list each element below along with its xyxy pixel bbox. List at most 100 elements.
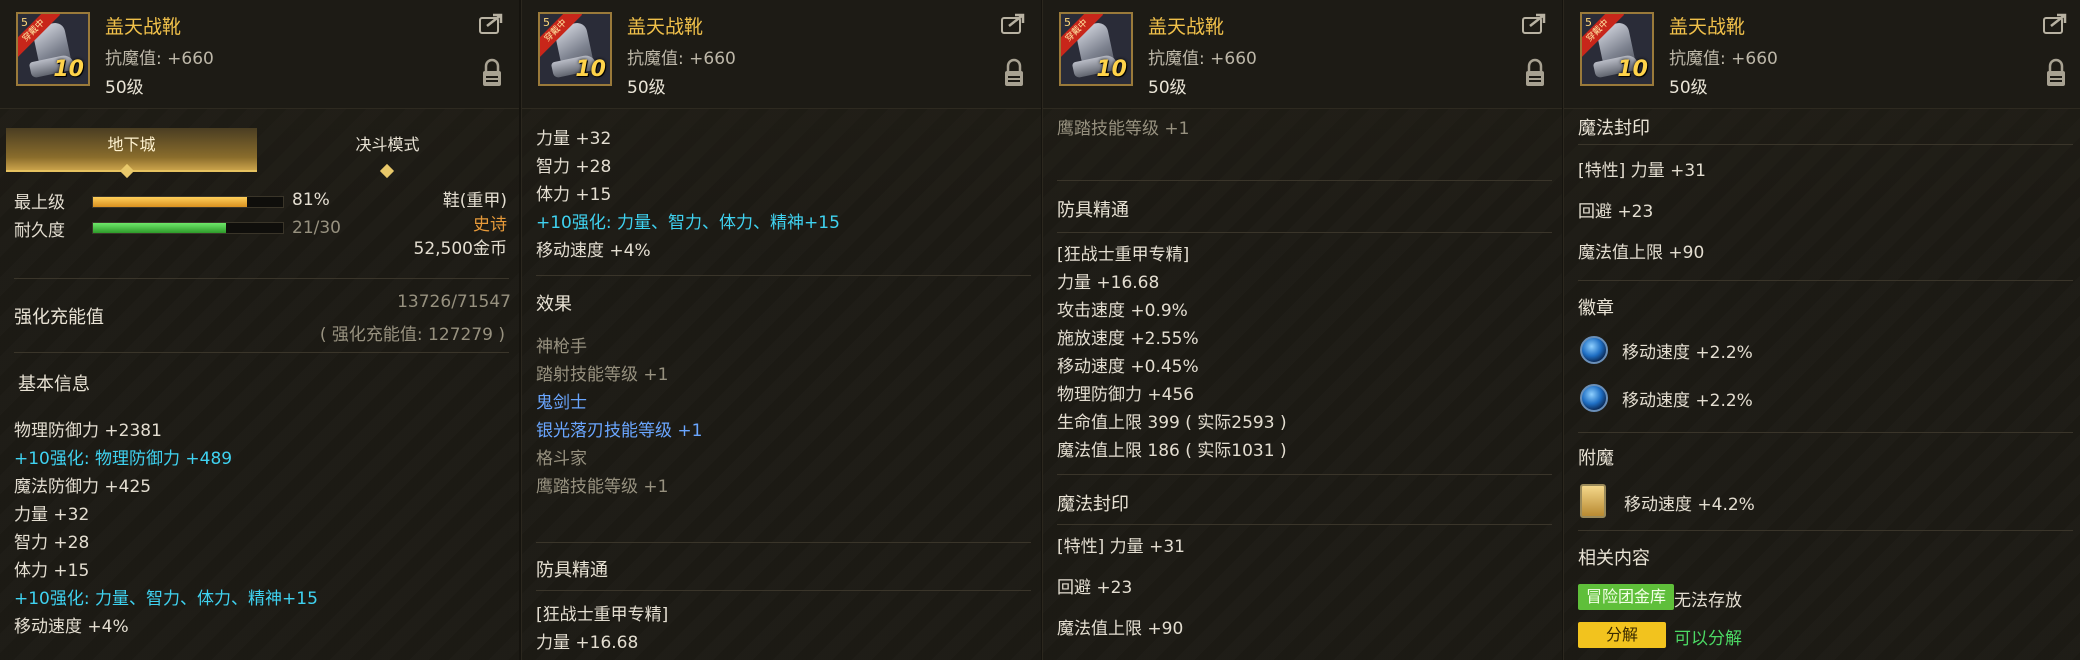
item-icon[interactable]: 穿戴中 5 10 — [16, 12, 90, 86]
stat-line: 鬼剑士 — [536, 393, 587, 413]
mastery-title: 防具精通 — [1057, 200, 1129, 221]
stat-line: 施放速度 +2.55% — [1057, 329, 1199, 349]
stat-line: 移动速度 +4% — [14, 617, 129, 637]
item-header: 穿戴中 5 10 盖天战靴 抗魔值: +660 50级 — [1043, 0, 1562, 109]
stat-line: 物理防御力 +2381 — [14, 421, 162, 441]
item-icon[interactable]: 穿戴中 5 10 — [1059, 12, 1133, 86]
stat-line: 生命值上限 399 ( 实际2593 ) — [1057, 413, 1287, 433]
stat-line: 体力 +15 — [14, 561, 90, 581]
item-magic-resist: 抗魔值: +660 — [627, 49, 736, 69]
item-slot: 鞋(重甲) — [442, 191, 507, 211]
basic-info-title: 基本信息 — [18, 374, 90, 395]
stat-line: +10强化: 力量、智力、体力、精神+15 — [536, 213, 840, 233]
seal-title: 魔法封印 — [1578, 118, 1650, 139]
related-title: 相关内容 — [1578, 548, 1650, 569]
emblem-line: 移动速度 +2.2% — [1622, 343, 1753, 363]
mode-tabs: 地下城 决斗模式 — [6, 128, 513, 172]
upgrade-bar — [92, 196, 284, 208]
stat-line: 力量 +32 — [14, 505, 90, 525]
emblem-gem-icon[interactable] — [1580, 384, 1608, 412]
effect-line: 鹰踏技能等级 +1 — [1057, 119, 1190, 139]
item-tooltip-panel-1: 穿戴中 5 10 盖天战靴 抗魔值: +660 50级 地下城 决斗模式 最上级… — [0, 0, 519, 660]
reinforce-level: 10 — [53, 57, 84, 82]
seal-line: 回避 +23 — [1578, 202, 1654, 222]
stat-line: 智力 +28 — [536, 157, 612, 177]
stat-line: 神枪手 — [536, 337, 587, 357]
lock-icon[interactable] — [481, 58, 503, 88]
charge-value: 13726/71547 — [397, 292, 511, 312]
stat-line: +10强化: 力量、智力、体力、精神+15 — [14, 589, 318, 609]
mastery-line: 力量 +16.68 — [536, 633, 639, 653]
seal-title: 魔法封印 — [1057, 494, 1129, 515]
stat-line: [狂战士重甲专精] — [1057, 245, 1190, 265]
seal-line: 魔法值上限 +90 — [1578, 243, 1705, 263]
stat-line: 魔法值上限 186 ( 实际1031 ) — [1057, 441, 1287, 461]
stat-line: 智力 +28 — [14, 533, 90, 553]
stat-line: 魔法防御力 +425 — [14, 477, 152, 497]
share-icon[interactable] — [479, 12, 505, 34]
charge-detail: ( 强化充能值: 127279 ) — [319, 325, 505, 345]
emblem-title: 徽章 — [1578, 298, 1614, 319]
stat-line: 鹰踏技能等级 +1 — [536, 477, 669, 497]
mastery-title: 防具精通 — [536, 560, 608, 581]
tab-dungeon[interactable]: 地下城 — [6, 128, 257, 172]
item-level: 50级 — [105, 78, 144, 98]
durability-bar — [92, 222, 284, 234]
item-header: 穿戴中 5 10 盖天战靴 抗魔值: +660 50级 — [1564, 0, 2080, 109]
item-price: 52,500金币 — [413, 239, 507, 259]
item-magic-resist: 抗魔值: +660 — [1669, 49, 1778, 69]
lock-icon[interactable] — [1524, 58, 1546, 88]
item-magic-resist: 抗魔值: +660 — [105, 49, 214, 69]
disassemble-status: 可以分解 — [1674, 629, 1742, 649]
share-icon[interactable] — [2043, 12, 2069, 34]
stat-line: 力量 +32 — [536, 129, 612, 149]
item-tooltip-panel-3: 穿戴中 5 10 盖天战靴 抗魔值: +660 50级 鹰踏技能等级 +1 防具… — [1042, 0, 1562, 660]
vault-status: 无法存放 — [1674, 591, 1742, 611]
seal-line: [特性] 力量 +31 — [1057, 537, 1185, 557]
lock-icon[interactable] — [1003, 58, 1025, 88]
durability-value: 21/30 — [292, 218, 341, 238]
upgrade-label: 最上级 — [14, 193, 65, 213]
stat-line: +10强化: 物理防御力 +489 — [14, 449, 233, 469]
item-level: 50级 — [627, 78, 666, 98]
item-icon[interactable]: 穿戴中 5 10 — [538, 12, 612, 86]
stat-line: 体力 +15 — [536, 185, 612, 205]
item-header: 穿戴中 5 10 盖天战靴 抗魔值: +660 50级 — [0, 0, 519, 109]
effect-title: 效果 — [536, 294, 572, 315]
item-header: 穿戴中 5 10 盖天战靴 抗魔值: +660 50级 — [522, 0, 1041, 109]
stat-line: 物理防御力 +456 — [1057, 385, 1195, 405]
upgrade-percent: 81% — [292, 190, 330, 210]
charge-title: 强化充能值 — [14, 307, 104, 328]
seal-line: 回避 +23 — [1057, 578, 1133, 598]
emblem-gem-icon[interactable] — [1580, 336, 1608, 364]
stat-line: 移动速度 +0.45% — [1057, 357, 1199, 377]
item-name: 盖天战靴 — [105, 16, 182, 38]
item-name: 盖天战靴 — [1148, 16, 1225, 38]
item-level: 50级 — [1148, 78, 1187, 98]
enchant-card-icon[interactable] — [1580, 484, 1606, 518]
item-tooltip-panel-2: 穿戴中 5 10 盖天战靴 抗魔值: +660 50级 力量 +32 智力 +28… — [521, 0, 1041, 660]
item-icon[interactable]: 穿戴中 5 10 — [1580, 12, 1654, 86]
item-tooltip-panel-4: 穿戴中 5 10 盖天战靴 抗魔值: +660 50级 魔法封印 [特性] 力量… — [1563, 0, 2080, 660]
enchant-title: 附魔 — [1578, 448, 1614, 469]
item-name: 盖天战靴 — [627, 16, 704, 38]
durability-label: 耐久度 — [14, 221, 65, 241]
item-magic-resist: 抗魔值: +660 — [1148, 49, 1257, 69]
share-icon[interactable] — [1001, 12, 1027, 34]
share-icon[interactable] — [1522, 12, 1548, 34]
stat-line: 银光落刃技能等级 +1 — [536, 421, 703, 441]
disassemble-badge[interactable]: 分解 — [1578, 622, 1666, 648]
stat-line: 移动速度 +4% — [536, 241, 651, 261]
item-name: 盖天战靴 — [1669, 16, 1746, 38]
stat-line: 力量 +16.68 — [1057, 273, 1160, 293]
enchant-line: 移动速度 +4.2% — [1624, 495, 1755, 515]
item-level: 50级 — [1669, 78, 1708, 98]
stat-line: 格斗家 — [536, 449, 587, 469]
seal-line: 魔法值上限 +90 — [1057, 619, 1184, 639]
emblem-line: 移动速度 +2.2% — [1622, 391, 1753, 411]
stat-line: 踏射技能等级 +1 — [536, 365, 669, 385]
seal-line: [特性] 力量 +31 — [1578, 161, 1706, 181]
stat-line: 攻击速度 +0.9% — [1057, 301, 1188, 321]
lock-icon[interactable] — [2045, 58, 2067, 88]
vault-badge[interactable]: 冒险团金库 — [1578, 584, 1675, 610]
